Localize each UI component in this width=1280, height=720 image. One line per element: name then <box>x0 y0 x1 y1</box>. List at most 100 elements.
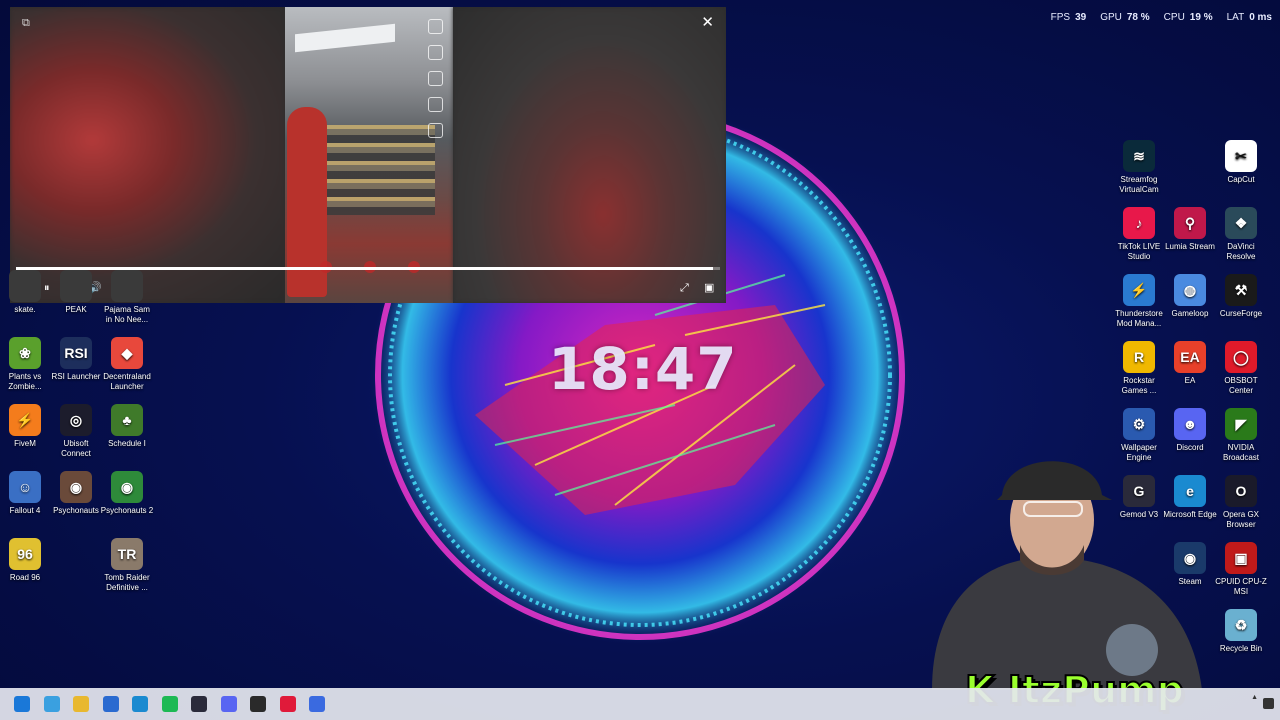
desktop-icon-nvidia-broadcast[interactable]: ◤ NVIDIA Broadcast <box>1214 408 1268 463</box>
desktop-icon-label: Pajama Sam in No Nee... <box>104 305 150 324</box>
desktop-icon-decentraland-launcher[interactable]: ◆ Decentraland Launcher <box>100 337 154 392</box>
store-icon[interactable] <box>102 696 119 712</box>
desktop-icon-thunderstore-mod-mana[interactable]: ⚡ Thunderstore Mod Mana... <box>1112 274 1166 329</box>
desktop-icon-label: Psychonauts <box>53 506 99 515</box>
share-icon <box>428 123 443 138</box>
desktop-icon-plants-vs-zombie[interactable]: ❀ Plants vs Zombie... <box>0 337 52 392</box>
desktop-icon-label: Rockstar Games ... <box>1121 376 1157 395</box>
desktop-icon-cpuid-cpu-z-msi[interactable]: ▣ CPUID CPU-Z MSI <box>1214 542 1268 597</box>
desktop-icon-label: Psychonauts 2 <box>100 506 154 515</box>
expand-icon[interactable]: ⤢ <box>680 279 689 297</box>
desktop-icon-label: Schedule I <box>108 439 146 448</box>
desktop-icon-label: Opera GX Browser <box>1222 510 1259 529</box>
picture-in-picture-icon[interactable]: ⧉ <box>22 17 30 30</box>
app-icon: ≋ <box>1123 140 1155 172</box>
close-icon[interactable]: ✕ <box>701 13 714 31</box>
desktop-icon-label: PEAK <box>65 305 87 314</box>
fps-readout: FPS 39 <box>1050 12 1087 23</box>
app-icon: ⚡ <box>9 404 41 436</box>
terminal-icon[interactable] <box>191 696 207 712</box>
like-icon <box>428 45 443 60</box>
performance-overlay: FPS 39 GPU 78 % CPU 19 % LAT 0 ms <box>1051 12 1272 23</box>
app-icon: R <box>1123 341 1155 373</box>
desktop-icon-psychonauts-2[interactable]: ◉ Psychonauts 2 <box>100 471 154 516</box>
app-icon: RSI <box>60 337 92 369</box>
desktop-icon-label: Recycle Bin <box>1219 644 1263 653</box>
video-player-window[interactable]: ⧉ ✕ ⏮ ⏸ ⏭ 🔊 ⤢ ▣ <box>10 7 726 303</box>
opera-icon[interactable] <box>279 696 296 712</box>
app-icon: ◉ <box>60 471 92 503</box>
desktop-icon-tomb-raider-definitive[interactable]: TR Tomb Raider Definitive ... <box>100 538 154 593</box>
desktop-icon-label: Fallout 4 <box>9 506 41 515</box>
taskbar: ▲ <box>0 688 1280 720</box>
desktop-icon-lumia-stream[interactable]: ⚲ Lumia Stream <box>1163 207 1217 252</box>
desktop-icon-label: TikTok LIVE Studio <box>1117 242 1161 261</box>
desktop-icon-ea[interactable]: EA EA <box>1163 341 1217 386</box>
app-icon: ◤ <box>1225 408 1257 440</box>
desktop-icon-label: NVIDIA Broadcast <box>1222 443 1260 462</box>
desktop-icon-pajama-sam-in-no-nee[interactable]: Pajama Sam in No Nee... <box>100 270 154 325</box>
desktop-icon-fallout-4[interactable]: ☺ Fallout 4 <box>0 471 52 516</box>
obs-icon[interactable] <box>250 696 266 712</box>
desktop-icon-label: OBSBOT Center <box>1224 376 1258 395</box>
desktop-icon-road-96[interactable]: 96 Road 96 <box>0 538 52 583</box>
desktop-icon-peak[interactable]: PEAK <box>49 270 103 315</box>
desktop-icon-label: Gameloop <box>1171 309 1209 318</box>
desktop-icon-tiktok-live-studio[interactable]: ♪ TikTok LIVE Studio <box>1112 207 1166 262</box>
discord-icon[interactable] <box>220 696 237 712</box>
desktop-icon-rockstar-games[interactable]: R Rockstar Games ... <box>1112 341 1166 396</box>
fullscreen-icon[interactable]: ▣ <box>704 279 714 297</box>
desktop-icon-streamfog-virtualcam[interactable]: ≋ Streamfog VirtualCam <box>1112 140 1166 195</box>
app-icon: ♪ <box>1123 207 1155 239</box>
app-icon: ⚲ <box>1174 207 1206 239</box>
browser-icon[interactable] <box>309 696 325 712</box>
edge-icon[interactable] <box>132 696 148 712</box>
desktop-icon-label: FiveM <box>14 439 36 448</box>
desktop-icon-davinci-resolve[interactable]: ❖ DaVinci Resolve <box>1214 207 1268 262</box>
app-icon: ❀ <box>9 337 41 369</box>
app-icon: ◯ <box>1225 341 1257 373</box>
app-icon: ◎ <box>60 404 92 436</box>
desktop-icon-opera-gx-browser[interactable]: O Opera GX Browser <box>1214 475 1268 530</box>
desktop-icon-skate[interactable]: skate. <box>0 270 52 315</box>
desktop-icon-label: RSI Launcher <box>51 372 101 381</box>
spotify-icon[interactable] <box>161 696 178 712</box>
bookmark-icon <box>428 97 443 112</box>
desktop-icon-rsi-launcher[interactable]: RSI RSI Launcher <box>49 337 103 382</box>
webcam-feed <box>932 461 1202 690</box>
file-explorer-icon[interactable] <box>73 696 89 712</box>
gpu-readout: GPU 78 % <box>1100 12 1150 23</box>
start-icon[interactable] <box>14 696 30 712</box>
desktop-icon-label: Lumia Stream <box>1165 242 1215 251</box>
desktop-icon-psychonauts[interactable]: ◉ Psychonauts <box>49 471 103 516</box>
copilot-icon[interactable] <box>43 696 60 712</box>
notification-icon[interactable] <box>1263 698 1274 709</box>
app-icon: ⚡ <box>1123 274 1155 306</box>
profile-icon <box>428 19 443 34</box>
video-blur-right <box>453 7 726 303</box>
system-tray[interactable]: ▲ <box>1251 693 1258 713</box>
desktop-icon-curseforge[interactable]: ⚒ CurseForge <box>1214 274 1268 319</box>
app-icon: ⚒ <box>1225 274 1257 306</box>
desktop-icon-gameloop[interactable]: ◍ Gameloop <box>1163 274 1217 319</box>
desktop-icon-label: EA <box>1184 376 1196 385</box>
desktop-icon-schedule-i[interactable]: ♣ Schedule I <box>100 404 154 449</box>
desktop-icon-label: Tomb Raider Definitive ... <box>104 573 150 592</box>
desktop-icon-label: Streamfog VirtualCam <box>1119 175 1159 194</box>
comment-icon <box>428 71 443 86</box>
app-icon: ☺ <box>9 471 41 503</box>
app-icon: ⚙ <box>1123 408 1155 440</box>
app-icon <box>9 270 41 302</box>
desktop-icon-fivem[interactable]: ⚡ FiveM <box>0 404 52 449</box>
desktop-icon-ubisoft-connect[interactable]: ◎ Ubisoft Connect <box>49 404 103 459</box>
desktop-icon-capcut[interactable]: ✂ CapCut <box>1214 140 1268 185</box>
video-side-icons <box>428 19 443 138</box>
desktop-icon-obsbot-center[interactable]: ◯ OBSBOT Center <box>1214 341 1268 396</box>
desktop-icon-recycle-bin[interactable]: ♻ Recycle Bin <box>1214 609 1268 654</box>
app-icon: ❖ <box>1225 207 1257 239</box>
desktop-icon-label: DaVinci Resolve <box>1226 242 1256 261</box>
app-icon: ◍ <box>1174 274 1206 306</box>
latency-readout: LAT 0 ms <box>1226 12 1272 23</box>
cpu-readout: CPU 19 % <box>1163 12 1213 23</box>
app-icon: TR <box>111 538 143 570</box>
